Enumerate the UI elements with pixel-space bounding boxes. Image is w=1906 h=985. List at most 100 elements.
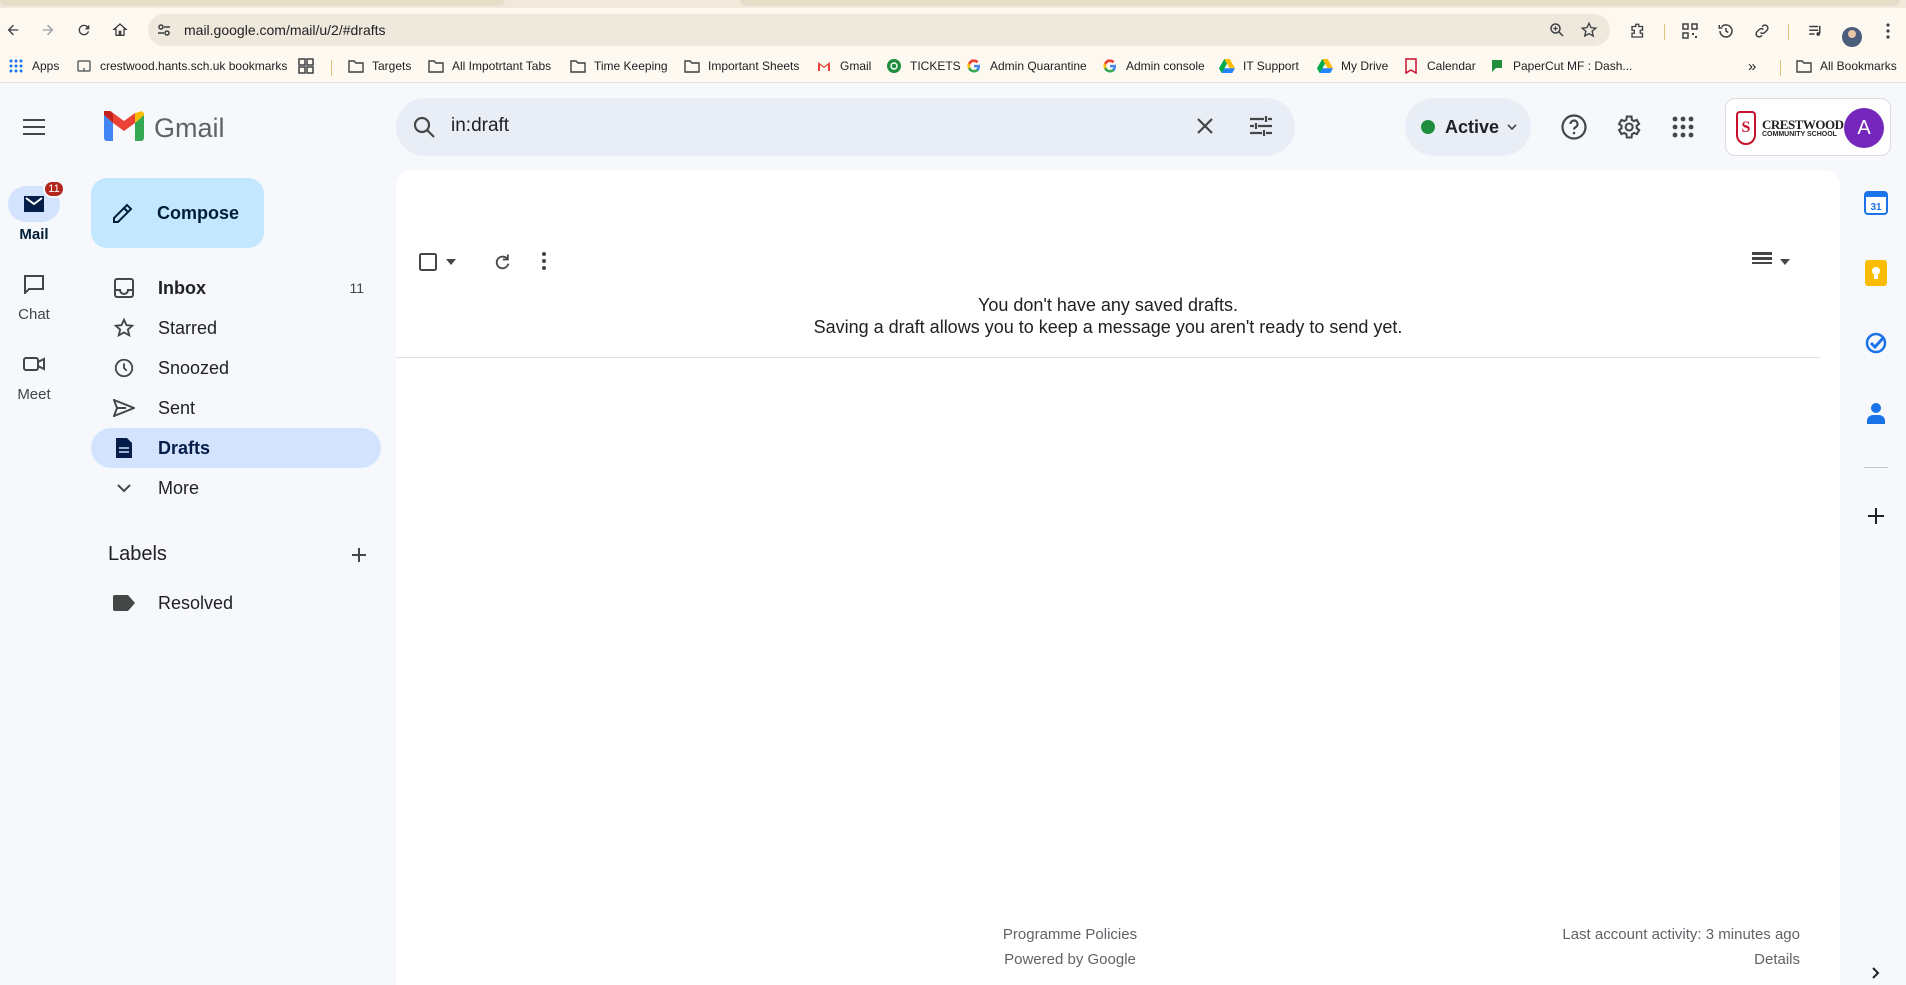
back-icon[interactable] [3,20,23,40]
nav-item-starred[interactable]: Starred [91,308,381,348]
bookmark-crestwood[interactable]: crestwood.hants.sch.uk bookmarks [76,58,287,74]
address-bar[interactable]: mail.google.com/mail/u/2/#drafts [148,14,1610,46]
compose-button[interactable]: Compose [91,178,264,248]
refresh-icon[interactable] [492,252,512,272]
bookmark-time-keeping[interactable]: Time Keeping [570,58,668,74]
browser-tab[interactable] [0,0,505,6]
drive-icon [1219,58,1235,74]
bookmark-divider [331,60,332,76]
browser-tab-strip [0,0,1906,8]
draft-icon [112,438,136,458]
nav-item-sent[interactable]: Sent [91,388,381,428]
add-addon-icon[interactable] [1862,502,1890,530]
mail-icon: 11 [8,180,65,222]
inbox-icon [112,278,136,298]
search-bar[interactable]: in:draft [396,98,1295,156]
tab-groups-icon[interactable] [298,58,314,74]
add-label-icon[interactable] [347,543,371,567]
nav-item-drafts[interactable]: Drafts [91,428,381,468]
clear-search-icon[interactable] [1193,114,1217,143]
bookmark-papercut[interactable]: PaperCut MF : Dash... [1489,58,1632,74]
bookmark-calendar[interactable]: Calendar [1403,58,1476,74]
app-rail: 11 Mail Chat Meet [0,83,76,985]
qr-code-icon[interactable] [1680,21,1700,41]
help-icon[interactable] [1558,111,1590,143]
browser-tab[interactable] [740,0,1900,6]
list-toolbar [396,240,1840,288]
zoom-icon[interactable] [1548,21,1566,44]
site-info-icon[interactable] [156,22,172,38]
bookmark-gmail[interactable]: Gmail [816,58,871,74]
nav-item-snoozed[interactable]: Snoozed [91,348,381,388]
label-icon [112,595,136,611]
select-all-checkbox[interactable] [418,252,438,272]
rail-chat[interactable]: Chat [0,266,68,323]
bookmark-apps[interactable]: Apps [8,58,59,74]
school-logo: S CRESTWOOD COMMUNITY SCHOOL [1736,111,1844,145]
history-icon[interactable] [1716,21,1736,41]
folder-icon [1796,58,1812,74]
bookmark-star-icon[interactable] [1580,21,1598,44]
search-options-icon[interactable] [1248,114,1274,143]
rail-mail-label: Mail [19,226,49,243]
browser-profile-avatar[interactable] [1842,27,1862,47]
bookmark-important-sheets[interactable]: Important Sheets [684,58,799,74]
show-side-panel-chevron-icon[interactable] [1862,959,1890,985]
bookmark-it-support[interactable]: IT Support [1219,58,1299,74]
search-input[interactable]: in:draft [451,115,509,137]
calendar-icon[interactable]: 31 [1862,189,1890,217]
density-chevron-icon[interactable] [1780,259,1790,265]
bookmark-admin-quarantine[interactable]: Admin Quarantine [966,58,1087,74]
link-icon[interactable] [1752,21,1772,41]
contacts-icon[interactable] [1862,399,1890,427]
activity-details-link[interactable]: Details [1562,947,1800,972]
bookmark-my-drive[interactable]: My Drive [1317,58,1388,74]
nav-item-inbox[interactable]: Inbox 11 [91,268,381,308]
star-icon [112,317,136,339]
main-menu-icon[interactable] [18,111,50,143]
home-icon[interactable] [110,20,130,40]
clock-icon [112,357,136,379]
nav-item-label: More [158,477,200,498]
tasks-icon[interactable] [1862,329,1890,357]
rail-meet-label: Meet [17,386,51,403]
select-options-chevron-icon[interactable] [446,259,456,265]
more-options-icon[interactable] [542,252,546,270]
forward-icon[interactable] [38,20,58,40]
bookmarks-bar: Apps crestwood.hants.sch.uk bookmarks Ta… [0,50,1906,83]
chat-icon [8,266,60,302]
media-queue-icon[interactable] [1806,21,1826,41]
bookmark-admin-console[interactable]: Admin console [1102,58,1205,74]
status-button[interactable]: Active [1405,98,1531,156]
search-icon[interactable] [412,115,436,144]
reload-icon[interactable] [74,20,94,40]
nav-item-more[interactable]: More [91,468,381,508]
chevron-down-icon [112,483,136,493]
bookmarks-overflow-button[interactable]: » [1748,58,1756,75]
rail-chat-label: Chat [18,306,50,323]
labels-heading: Labels [108,543,167,565]
rail-mail[interactable]: 11 Mail [0,180,68,243]
bookmark-targets[interactable]: Targets [348,58,411,74]
gmail-m-icon [103,108,144,146]
footer-links: Programme Policies Powered by Google [980,922,1160,972]
all-bookmarks-button[interactable]: All Bookmarks [1796,58,1897,74]
density-toggle-icon[interactable] [1752,252,1772,266]
programme-policies-link[interactable]: Programme Policies [980,922,1160,947]
settings-gear-icon[interactable] [1612,111,1644,143]
rail-meet[interactable]: Meet [0,346,68,403]
nav-item-label: Drafts [158,437,211,458]
empty-state: You don't have any saved drafts. Saving … [396,294,1820,338]
gmail-logo[interactable]: Gmail [103,108,225,146]
keep-icon[interactable] [1862,259,1890,287]
bookmark-important-tabs[interactable]: All Impotrtant Tabs [428,58,551,74]
drive-icon [1317,58,1333,74]
google-apps-icon[interactable] [1667,111,1699,143]
extensions-icon[interactable] [1628,21,1648,41]
bookmark-tickets[interactable]: TICKETS [886,58,961,74]
list-divider [396,357,1820,358]
nav-item-label: Sent [158,397,196,418]
label-item-resolved[interactable]: Resolved [91,583,381,623]
toolbar-divider [1664,24,1665,40]
browser-menu-icon[interactable] [1878,21,1898,41]
